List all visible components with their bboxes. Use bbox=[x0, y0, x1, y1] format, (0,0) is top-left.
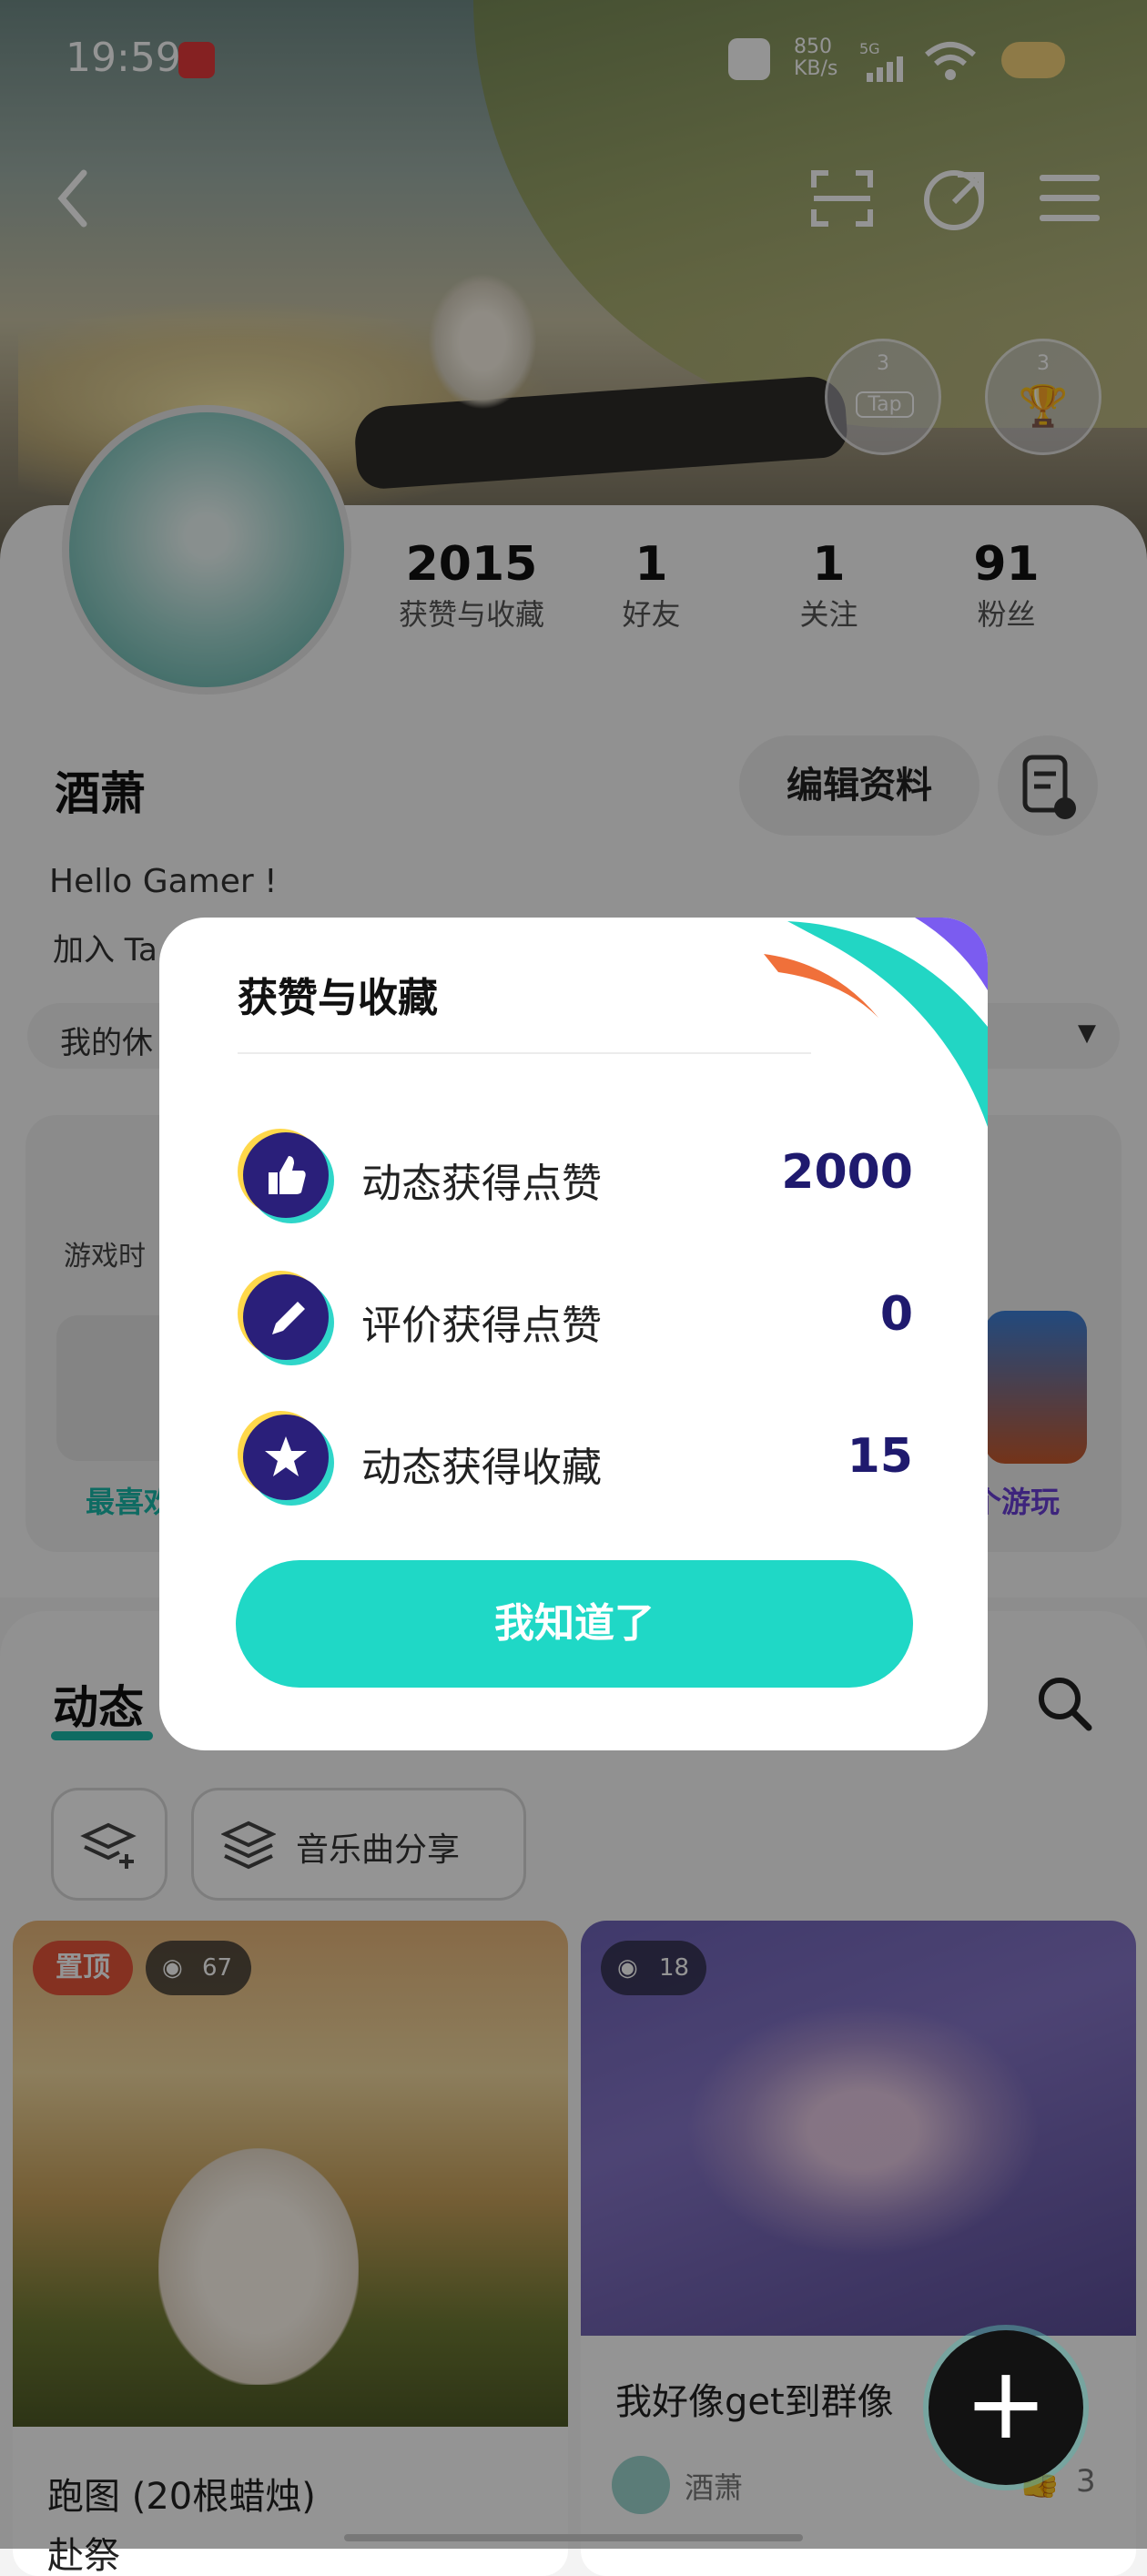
row-label: 动态获得点赞 bbox=[361, 1161, 602, 1207]
dialog-divider bbox=[238, 1052, 811, 1054]
star-icon bbox=[243, 1415, 329, 1500]
row-label: 动态获得收藏 bbox=[361, 1445, 602, 1491]
row-value: 2000 bbox=[781, 1145, 913, 1200]
thumbs-up-icon bbox=[243, 1132, 329, 1218]
decorative-swoosh bbox=[764, 918, 988, 1127]
dialog-title: 获赞与收藏 bbox=[238, 975, 438, 1021]
got-it-button[interactable]: 我知道了 bbox=[236, 1560, 913, 1688]
row-value: 0 bbox=[879, 1287, 913, 1342]
create-post-button[interactable]: + bbox=[929, 2330, 1083, 2485]
likes-favorites-dialog: 获赞与收藏 动态获得点赞 2000 评价获得点赞 0 动态获得收藏 15 我知道… bbox=[159, 918, 988, 1750]
pen-glyph bbox=[272, 1302, 305, 1334]
thumbs-up-glyph bbox=[269, 1156, 306, 1194]
star-glyph bbox=[265, 1436, 307, 1476]
pen-icon bbox=[243, 1274, 329, 1360]
row-value: 15 bbox=[847, 1429, 913, 1484]
row-label: 评价获得点赞 bbox=[361, 1303, 602, 1349]
